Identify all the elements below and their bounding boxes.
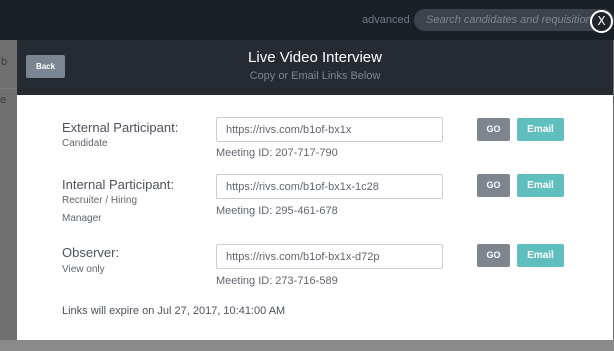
- modal-header: Back Live Video Interview Copy or Email …: [17, 40, 613, 95]
- observer-go-button[interactable]: GO: [477, 244, 510, 267]
- external-participant-label: External Participant:: [62, 120, 179, 135]
- modal-title: Live Video Interview: [248, 49, 382, 66]
- app-topbar: advanced Search candidates and requisiti…: [0, 0, 614, 40]
- background-text: e: [0, 94, 7, 106]
- search-input[interactable]: Search candidates and requisitions: [414, 9, 614, 31]
- internal-meeting-id: Meeting ID: 295-461-678: [216, 205, 338, 217]
- internal-email-button[interactable]: Email: [517, 174, 564, 197]
- external-email-button[interactable]: Email: [517, 118, 564, 141]
- observer-link-field[interactable]: [216, 244, 443, 269]
- live-video-interview-modal: Back Live Video Interview Copy or Email …: [17, 40, 613, 340]
- internal-link-field[interactable]: [216, 174, 443, 199]
- advanced-search-link[interactable]: advanced: [362, 14, 410, 26]
- close-modal-button[interactable]: X: [590, 10, 613, 33]
- external-participant-role: Candidate: [62, 138, 108, 149]
- links-expiry-notice: Links will expire on Jul 27, 2017, 10:41…: [62, 305, 286, 317]
- observer-label: Observer:: [62, 245, 120, 260]
- modal-subtitle: Copy or Email Links Below: [249, 70, 381, 82]
- observer-role: View only: [62, 264, 105, 275]
- background-footer: [0, 340, 614, 351]
- external-meeting-id: Meeting ID: 207-717-790: [216, 147, 338, 159]
- observer-meeting-id: Meeting ID: 273-716-589: [216, 275, 338, 287]
- internal-participant-role: Recruiter / Hiring Manager: [62, 195, 138, 224]
- external-link-field[interactable]: [216, 117, 443, 142]
- internal-go-button[interactable]: GO: [477, 174, 510, 197]
- background-text: b: [1, 56, 8, 68]
- internal-participant-label: Internal Participant:: [62, 177, 175, 192]
- observer-email-button[interactable]: Email: [517, 244, 564, 267]
- external-go-button[interactable]: GO: [477, 118, 510, 141]
